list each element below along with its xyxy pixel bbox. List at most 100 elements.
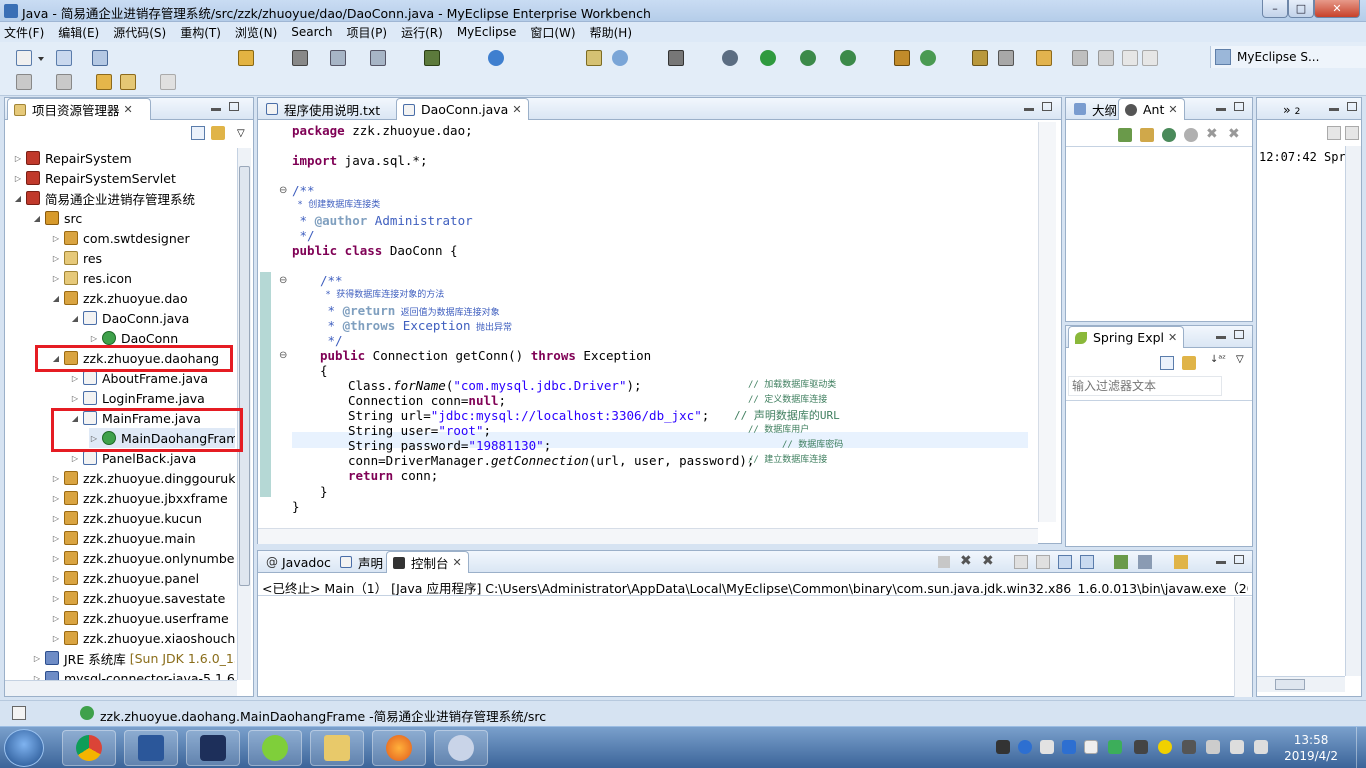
close-tab-icon[interactable]: ✕ — [124, 103, 133, 116]
explorer-hscrollbar[interactable] — [5, 680, 237, 696]
fast-view-icon[interactable] — [12, 706, 26, 720]
power-icon[interactable] — [1206, 740, 1220, 754]
menu-file[interactable]: 文件(F) — [4, 24, 44, 41]
show-on-error-icon[interactable] — [1080, 555, 1094, 569]
code-line[interactable]: } — [320, 484, 328, 499]
pin-console-icon[interactable] — [1114, 555, 1128, 569]
close-button[interactable]: ✕ — [1314, 0, 1360, 18]
code-line[interactable]: */ — [292, 228, 315, 243]
tree-item[interactable]: ◢ 简易通企业进销存管理系统 — [13, 188, 195, 208]
fold-icon[interactable]: ⊖ — [279, 350, 287, 361]
menu-navigate[interactable]: 浏览(N) — [235, 24, 277, 41]
fold-icon[interactable]: ⊖ — [279, 275, 287, 286]
update-icon[interactable] — [1158, 740, 1172, 754]
maximize-view-icon[interactable] — [1234, 555, 1244, 564]
toggle-icon[interactable] — [1122, 50, 1138, 66]
minimize-view-icon[interactable] — [1216, 561, 1226, 564]
taskbar-explorer[interactable] — [310, 730, 364, 766]
tree-item[interactable]: ▷ zzk.zhuoyue.panel — [51, 568, 199, 588]
close-tab-icon[interactable]: ✕ — [512, 103, 521, 116]
menu-window[interactable]: 窗口(W) — [530, 24, 575, 41]
tree-item[interactable]: ▷ zzk.zhuoyue.jbxxframe — [51, 488, 228, 508]
code-line[interactable]: } — [292, 499, 300, 514]
tree-item[interactable]: ▷ RepairSystem — [13, 148, 132, 168]
sort-icon[interactable]: ↓ᵃᶻ — [1210, 354, 1226, 365]
tree-item[interactable]: ▷ RepairSystemServlet — [13, 168, 176, 188]
code-line[interactable]: import java.sql.*; — [292, 153, 427, 168]
minimize-view-icon[interactable] — [211, 108, 221, 111]
add-buildfile-icon[interactable] — [1118, 128, 1132, 142]
code-comment[interactable]: // 数据库密码 — [782, 438, 843, 453]
tree-item[interactable]: ▷ zzk.zhuoyue.userframe — [51, 608, 229, 628]
start-button[interactable] — [4, 729, 44, 767]
tray-app-icon[interactable] — [1084, 740, 1098, 754]
tree-item[interactable]: ▷ zzk.zhuoyue.savestate — [51, 588, 225, 608]
maximize-view-icon[interactable] — [1234, 330, 1244, 339]
save-icon[interactable] — [56, 50, 72, 66]
maximize-view-icon[interactable] — [229, 102, 239, 111]
tab-javadoc[interactable]: @ Javadoc — [260, 551, 337, 573]
minimize-view-icon[interactable] — [1216, 108, 1226, 111]
view-menu-icon[interactable] — [1345, 126, 1359, 140]
menu-search[interactable]: Search — [291, 25, 332, 39]
code-line[interactable]: String url="jdbc:mysql://localhost:3306/… — [348, 408, 709, 423]
open-type-icon[interactable] — [586, 50, 602, 66]
code-line[interactable]: public class DaoConn { — [292, 243, 458, 258]
code-line[interactable]: * @author Administrator — [292, 213, 473, 228]
tree-item[interactable]: ▷ res — [51, 248, 102, 268]
keyboard-icon[interactable] — [996, 740, 1010, 754]
code-line[interactable]: conn=DriverManager.getConnection(url, us… — [348, 453, 754, 468]
network-icon[interactable] — [1230, 740, 1244, 754]
code-line[interactable]: public Connection getConn() throws Excep… — [320, 348, 651, 363]
taskbar-myeclipse[interactable] — [186, 730, 240, 766]
camera-icon[interactable] — [668, 50, 684, 66]
code-comment[interactable]: // 定义数据库连接 — [748, 393, 827, 408]
code-line[interactable]: * 获得数据库连接对象的方法 — [320, 288, 444, 303]
tab-outline[interactable]: 大纲 — [1068, 98, 1123, 120]
remove-all-launches-icon[interactable]: ✖ — [982, 553, 994, 569]
menu-help[interactable]: 帮助(H) — [590, 24, 632, 41]
debug-icon[interactable] — [722, 50, 738, 66]
view-menu-icon[interactable]: ▽ — [1236, 354, 1244, 365]
pin-icon[interactable] — [1072, 50, 1088, 66]
help-icon[interactable] — [1018, 740, 1032, 754]
minimize-view-icon[interactable] — [1216, 336, 1226, 339]
perspective-switcher[interactable]: MyEclipse S... — [1210, 46, 1366, 68]
volume-icon[interactable] — [1254, 740, 1268, 754]
tree-item[interactable]: ▷ res.icon — [51, 268, 132, 288]
tab-project-explorer[interactable]: 项目资源管理器 ✕ — [7, 98, 151, 120]
new-package-icon[interactable] — [894, 50, 910, 66]
run-last-icon[interactable] — [800, 50, 816, 66]
code-line[interactable]: String password="19881130"; — [348, 438, 551, 453]
tree-item[interactable]: ▷ zzk.zhuoyue.dinggouruku — [51, 468, 235, 488]
taskbar-chrome[interactable] — [62, 730, 116, 766]
tree-item[interactable]: ▷ zzk.zhuoyue.onlynumber — [51, 548, 235, 568]
minimize-view-icon[interactable] — [1329, 108, 1339, 111]
menu-myeclipse[interactable]: MyEclipse — [457, 25, 517, 39]
highlight-icon[interactable] — [1098, 50, 1114, 66]
console-vscrollbar[interactable] — [1234, 597, 1252, 697]
tab-declaration[interactable]: 声明 — [334, 551, 389, 573]
flag-icon[interactable] — [1182, 740, 1196, 754]
tree-item[interactable]: ▷ zzk.zhuoyue.main — [51, 528, 196, 548]
run-icon[interactable] — [760, 50, 776, 66]
code-line[interactable]: Class.forName("com.mysql.jdbc.Driver"); — [348, 378, 642, 393]
collapse-all-icon[interactable] — [191, 126, 205, 140]
menu-project[interactable]: 项目(P) — [347, 24, 388, 41]
globe-icon[interactable] — [612, 50, 628, 66]
filter-input[interactable] — [1068, 376, 1222, 396]
run-target-icon[interactable] — [1184, 128, 1198, 142]
code-line[interactable]: * @return 返回值为数据库连接对象 — [320, 303, 500, 318]
far-right-hscrollbar[interactable] — [1257, 676, 1345, 692]
taskbar-firefox[interactable] — [372, 730, 426, 766]
server-icon[interactable] — [238, 50, 254, 66]
deploy-icon[interactable] — [370, 50, 386, 66]
remove-icon[interactable]: ✖ — [1206, 126, 1218, 142]
taskbar-paint[interactable] — [434, 730, 488, 766]
system-clock[interactable]: 13:58 2019/4/2 — [1284, 732, 1338, 764]
open-console-icon[interactable] — [1174, 555, 1188, 569]
close-tab-icon[interactable]: ✕ — [1168, 103, 1177, 116]
minimize-button[interactable]: – — [1262, 0, 1288, 18]
code-line[interactable]: Connection conn=null; — [348, 393, 506, 408]
new-icon[interactable] — [16, 50, 32, 66]
